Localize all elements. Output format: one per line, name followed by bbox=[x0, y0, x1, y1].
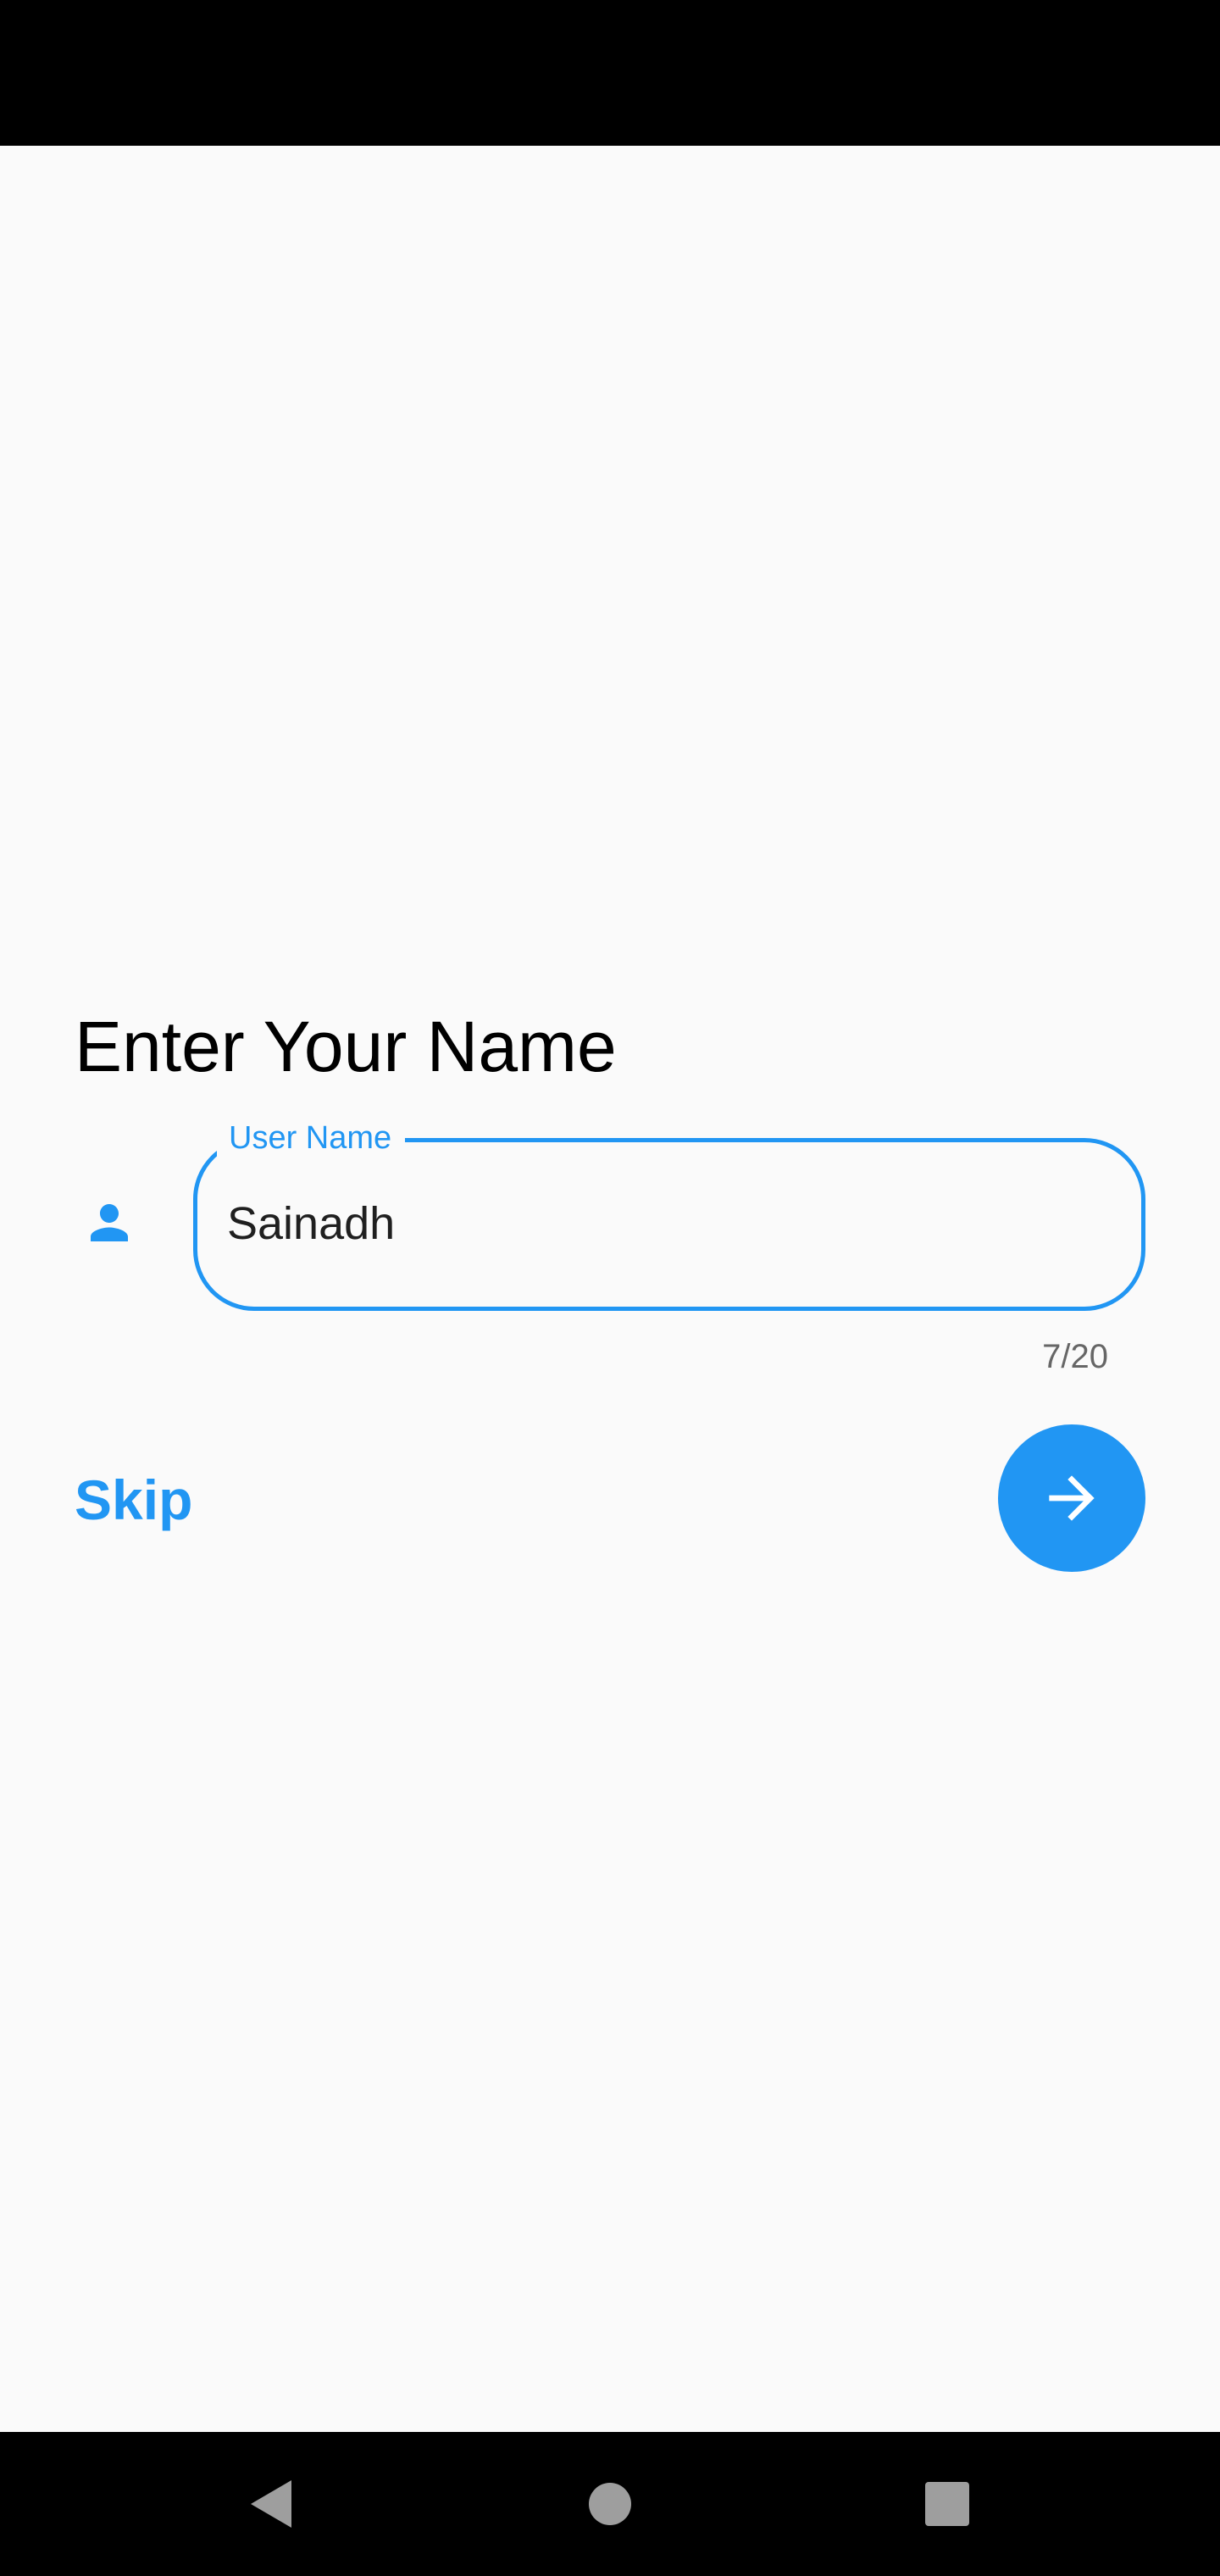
app-screen: Enter Your Name User Name Sainadh 7/20 S… bbox=[0, 0, 1220, 2576]
username-field-label: User Name bbox=[217, 1117, 406, 1159]
arrow-forward-icon bbox=[1049, 1475, 1095, 1521]
nav-home-button[interactable] bbox=[572, 2466, 648, 2542]
next-button[interactable] bbox=[998, 1424, 1145, 1572]
page-title: Enter Your Name bbox=[75, 1007, 617, 1086]
back-triangle-icon bbox=[251, 2480, 291, 2528]
skip-button[interactable]: Skip bbox=[75, 1464, 192, 1535]
nav-back-button[interactable] bbox=[233, 2466, 309, 2542]
recents-square-icon bbox=[925, 2482, 969, 2526]
person-icon bbox=[91, 1204, 128, 1241]
username-input[interactable]: Sainadh bbox=[227, 1190, 1108, 1257]
home-circle-icon bbox=[589, 2483, 631, 2525]
nav-recents-button[interactable] bbox=[909, 2466, 985, 2542]
character-counter: 7/20 bbox=[1042, 1338, 1108, 1375]
status-bar bbox=[0, 0, 1220, 146]
